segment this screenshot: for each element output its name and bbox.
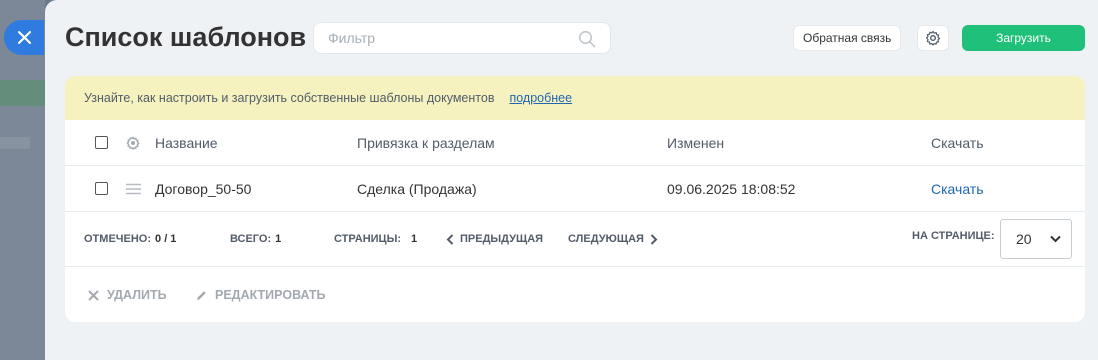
background-text-element: [0, 137, 30, 149]
column-header-download[interactable]: Скачать: [931, 120, 984, 165]
search-icon[interactable]: [578, 30, 596, 48]
per-page-select[interactable]: 20: [1000, 219, 1072, 259]
per-page-value: 20: [1016, 231, 1032, 247]
filter-input[interactable]: [314, 30, 564, 46]
chevron-right-icon: [650, 233, 658, 245]
page-title: Список шаблонов: [65, 22, 307, 52]
filter-box[interactable]: [313, 22, 611, 54]
next-page-button[interactable]: СЛЕДУЮЩАЯ: [568, 212, 658, 266]
row-menu-icon[interactable]: [126, 183, 141, 195]
settings-button[interactable]: [917, 25, 949, 51]
column-header-name[interactable]: Название: [155, 120, 218, 165]
chevron-down-icon: [1050, 235, 1061, 243]
close-icon: [17, 31, 31, 44]
pages-label: СТРАНИЦЫ:: [334, 233, 402, 245]
marked-value: 0 / 1: [155, 233, 177, 245]
delete-button[interactable]: УДАЛИТЬ: [88, 267, 167, 322]
prev-page-button[interactable]: ПРЕДЫДУЩАЯ: [446, 212, 543, 266]
edit-label: РЕДАКТИРОВАТЬ: [215, 288, 326, 302]
current-page[interactable]: 1: [411, 233, 417, 245]
prev-page-label: ПРЕДЫДУЩАЯ: [460, 233, 544, 245]
chevron-left-icon: [446, 233, 454, 245]
table-header: Название Привязка к разделам Изменен Ска…: [65, 120, 1085, 166]
background-green-element: [0, 80, 45, 106]
close-slider-button[interactable]: [4, 20, 44, 55]
total-label: ВСЕГО:: [230, 233, 272, 245]
header: Список шаблонов Обратная связь Загрузить: [45, 0, 1098, 76]
pagination-bar: ОТМЕЧЕНО: 0 / 1 ВСЕГО: 1 СТРАНИЦЫ: 1 ПРЕ…: [65, 212, 1085, 267]
next-page-label: СЛЕДУЮЩАЯ: [568, 233, 644, 245]
select-all-checkbox[interactable]: [95, 136, 108, 149]
row-modified: 09.06.2025 18:08:52: [667, 180, 796, 197]
group-actions-bar: УДАЛИТЬ РЕДАКТИРОВАТЬ: [65, 267, 1085, 322]
upload-button[interactable]: Загрузить: [962, 25, 1085, 51]
row-download-link[interactable]: Скачать: [931, 181, 984, 197]
delete-label: УДАЛИТЬ: [107, 288, 167, 302]
marked-label: ОТМЕЧЕНО:: [84, 233, 152, 245]
feedback-button[interactable]: Обратная связь: [793, 25, 902, 51]
pencil-icon: [197, 290, 206, 300]
column-settings-gear-icon[interactable]: [126, 136, 140, 150]
close-icon: [88, 289, 99, 301]
row-name: Договор_50-50: [155, 180, 252, 197]
column-header-sections[interactable]: Привязка к разделам: [357, 120, 495, 165]
per-page-label: НА СТРАНИЦЕ:: [912, 230, 995, 242]
info-notice: Узнайте, как настроить и загрузить собст…: [65, 76, 1085, 120]
edit-button[interactable]: РЕДАКТИРОВАТЬ: [196, 267, 326, 322]
templates-card: Узнайте, как настроить и загрузить собст…: [65, 76, 1085, 322]
notice-text: Узнайте, как настроить и загрузить собст…: [84, 91, 495, 105]
column-header-modified[interactable]: Изменен: [667, 120, 724, 165]
gear-icon: [925, 30, 941, 46]
row-checkbox[interactable]: [95, 182, 108, 195]
templates-slider: Список шаблонов Обратная связь Загрузить…: [45, 0, 1098, 360]
total-value: 1: [275, 233, 282, 245]
notice-more-link[interactable]: подробнее: [509, 91, 572, 105]
row-sections: Сделка (Продажа): [357, 180, 477, 197]
table-row[interactable]: Договор_50-50 Сделка (Продажа) 09.06.202…: [65, 166, 1085, 212]
